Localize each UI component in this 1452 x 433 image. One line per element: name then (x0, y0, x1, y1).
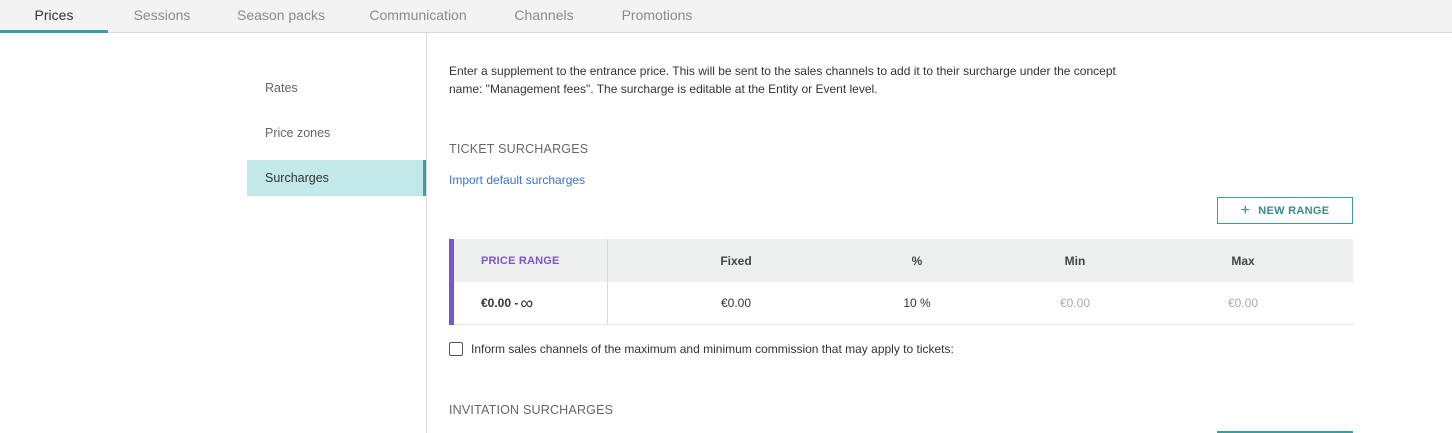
tab-communication[interactable]: Communication (356, 0, 480, 33)
inform-channels-checkbox[interactable] (449, 342, 463, 356)
import-default-surcharges-link[interactable]: Import default surcharges (449, 173, 585, 187)
ticket-surcharges-table: PRICE RANGE Fixed % Min Max €0.00 - ∞ €0… (449, 239, 1353, 325)
header-min: Min (1064, 253, 1086, 268)
tab-sessions[interactable]: Sessions (118, 0, 206, 33)
invitation-surcharges-title: INVITATION SURCHARGES (449, 403, 614, 417)
header-max: Max (1231, 253, 1255, 268)
header-fixed: Fixed (720, 253, 752, 268)
table-row[interactable]: €0.00 - ∞ €0.00 10 % €0.00 €0.00 (454, 282, 1353, 325)
cell-max: €0.00 (1227, 296, 1259, 310)
cell-min: €0.00 (1059, 296, 1091, 310)
tab-prices[interactable]: Prices (0, 0, 108, 33)
cell-percent: 10 % (903, 296, 931, 310)
header-percent: % (911, 253, 923, 268)
ticket-surcharges-title: TICKET SURCHARGES (449, 142, 589, 156)
new-range-button[interactable]: + NEW RANGE (1217, 197, 1353, 224)
inform-channels-row: Inform sales channels of the maximum and… (449, 342, 954, 356)
table-header: PRICE RANGE Fixed % Min Max (454, 239, 1353, 282)
sidebar-item-rates[interactable]: Rates (247, 70, 426, 106)
cell-fixed: €0.00 (720, 296, 752, 310)
infinity-icon: ∞ (520, 292, 534, 313)
sidebar-item-surcharges[interactable]: Surcharges (247, 160, 426, 196)
content-divider (426, 33, 427, 433)
column-divider (607, 239, 608, 324)
sidebar-item-price-zones[interactable]: Price zones (247, 115, 426, 151)
tab-season-packs[interactable]: Season packs (226, 0, 336, 33)
tab-promotions[interactable]: Promotions (606, 0, 708, 33)
plus-icon: + (1240, 201, 1251, 219)
new-range-label: NEW RANGE (1258, 204, 1330, 217)
inform-channels-label: Inform sales channels of the maximum and… (471, 342, 954, 356)
header-price-range: PRICE RANGE (481, 254, 560, 267)
tab-channels[interactable]: Channels (500, 0, 588, 33)
intro-text: Enter a supplement to the entrance price… (449, 64, 1116, 96)
range-from: €0.00 - (481, 296, 519, 310)
cell-price-range: €0.00 - ∞ (481, 282, 533, 324)
top-tab-bar: Prices Sessions Season packs Communicati… (0, 0, 1452, 33)
